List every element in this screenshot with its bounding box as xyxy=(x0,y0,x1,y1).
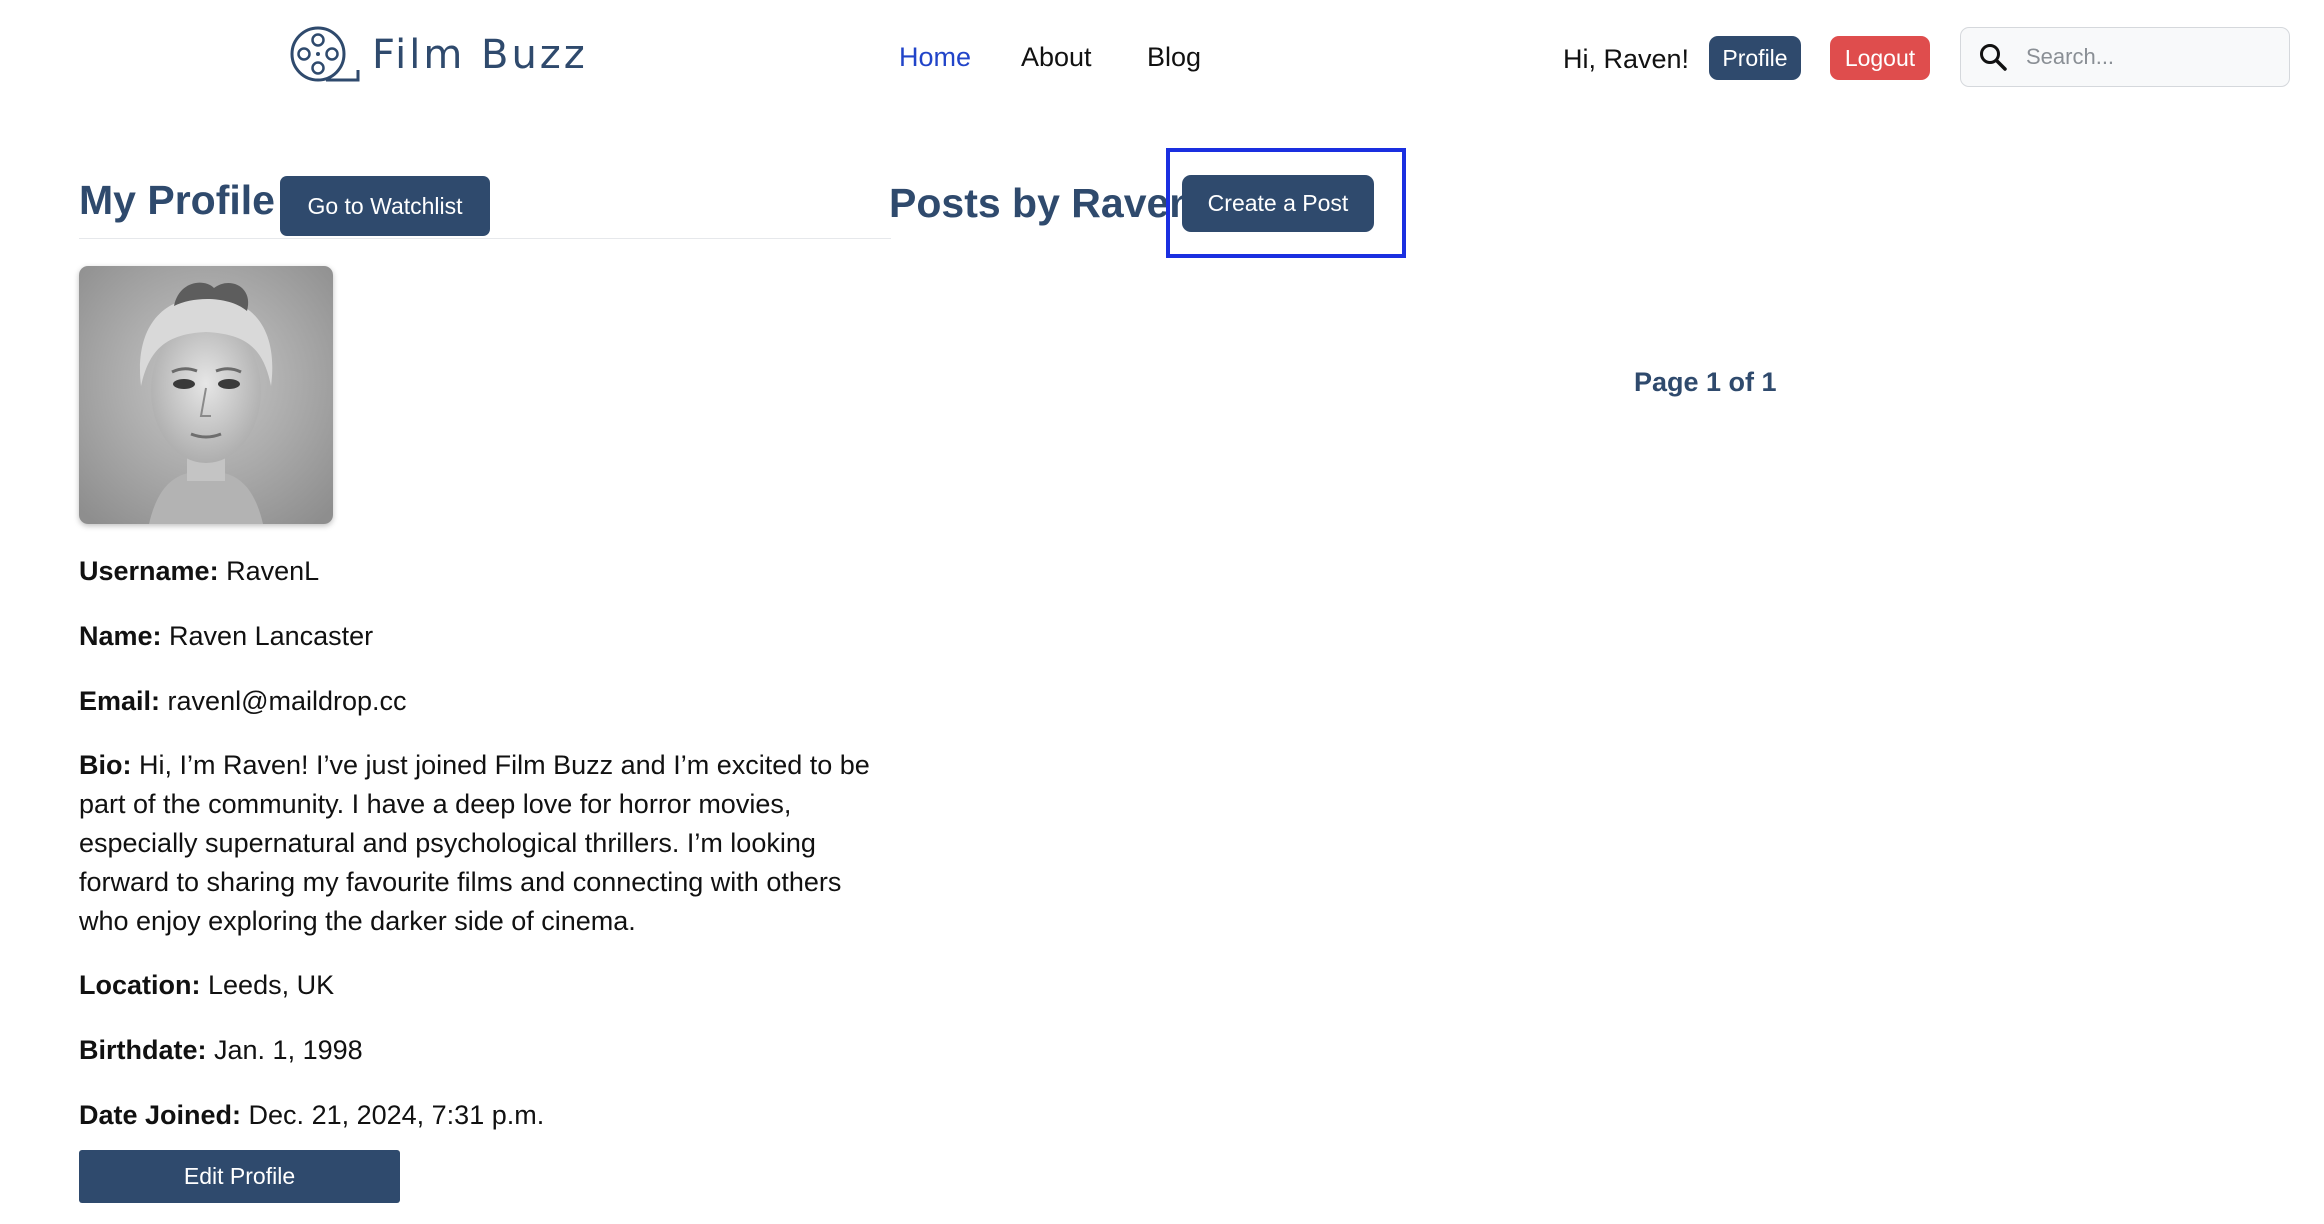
field-username: Username: RavenL xyxy=(79,552,894,591)
posts-title: Posts by Raven xyxy=(889,180,1195,226)
field-value: Jan. 1, 1998 xyxy=(214,1035,363,1065)
profile-divider xyxy=(79,238,891,239)
field-value: Raven Lancaster xyxy=(169,621,374,651)
user-greeting: Hi, Raven! xyxy=(1563,44,1690,74)
go-to-watchlist-button[interactable]: Go to Watchlist xyxy=(280,176,490,236)
field-label: Email: xyxy=(79,686,161,716)
field-email: Email: ravenl@maildrop.cc xyxy=(79,682,894,721)
user-photo xyxy=(79,266,333,524)
field-label: Birthdate: xyxy=(79,1035,207,1065)
search-icon[interactable] xyxy=(1978,42,2008,72)
profile-button[interactable]: Profile xyxy=(1709,36,1801,80)
field-value: RavenL xyxy=(226,556,320,586)
search-input[interactable] xyxy=(2024,43,2268,71)
field-label: Name: xyxy=(79,621,162,651)
field-label: Bio: xyxy=(79,750,132,780)
create-post-button[interactable]: Create a Post xyxy=(1182,175,1374,232)
nav-blog[interactable]: Blog xyxy=(1147,42,1201,73)
brand-name: Film Buzz xyxy=(372,32,588,78)
search-box xyxy=(1960,27,2290,87)
field-location: Location: Leeds, UK xyxy=(79,966,894,1005)
nav-about[interactable]: About xyxy=(1021,42,1092,73)
field-bio: Bio: Hi, I’m Raven! I’ve just joined Fil… xyxy=(79,746,894,941)
field-label: Location: xyxy=(79,970,201,1000)
avatar xyxy=(79,266,333,524)
pagination-status: Page 1 of 1 xyxy=(1634,367,1777,397)
field-value: ravenl@maildrop.cc xyxy=(167,686,407,716)
field-birthdate: Birthdate: Jan. 1, 1998 xyxy=(79,1031,894,1070)
profile-title: My Profile xyxy=(79,177,275,223)
field-label: Username: xyxy=(79,556,219,586)
edit-profile-button[interactable]: Edit Profile xyxy=(79,1150,400,1203)
field-label: Date Joined: xyxy=(79,1100,242,1130)
field-date-joined: Date Joined: Dec. 21, 2024, 7:31 p.m. xyxy=(79,1096,894,1135)
brand-logo[interactable]: Film Buzz xyxy=(288,24,588,86)
logout-button[interactable]: Logout xyxy=(1830,36,1930,80)
nav-home[interactable]: Home xyxy=(899,42,971,73)
field-value: Dec. 21, 2024, 7:31 p.m. xyxy=(248,1100,545,1130)
field-name: Name: Raven Lancaster xyxy=(79,617,894,656)
field-value: Hi, I’m Raven! I’ve just joined Film Buz… xyxy=(79,750,870,936)
film-reel-icon xyxy=(290,26,360,82)
field-value: Leeds, UK xyxy=(208,970,335,1000)
